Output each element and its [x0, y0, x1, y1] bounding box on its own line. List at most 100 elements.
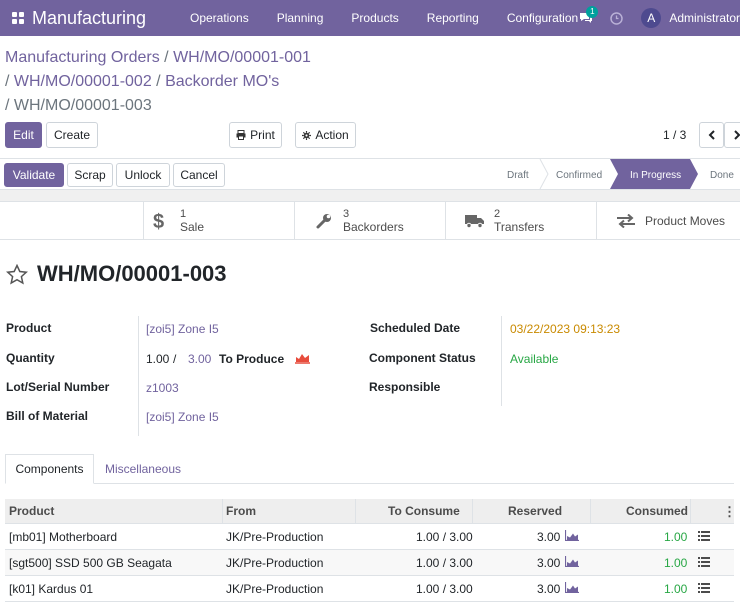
product-moves-label: Product Moves: [645, 214, 726, 228]
breadcrumb-item[interactable]: WH/MO/00001-001: [173, 49, 311, 66]
table-row[interactable]: [sgt500] SSD 500 GB Seagata JK/Pre-Produ…: [5, 550, 734, 576]
tab-miscellaneous[interactable]: Miscellaneous: [94, 454, 192, 484]
activity-clock-icon[interactable]: [601, 0, 631, 36]
bom-label: Bill of Material: [6, 409, 89, 423]
responsible-label: Responsible: [369, 380, 441, 394]
forecast-chart-icon[interactable]: [564, 524, 579, 550]
svg-text:$: $: [153, 211, 164, 232]
scrap-button[interactable]: Scrap: [67, 163, 113, 187]
product-value[interactable]: [zoi5] Zone I5: [146, 322, 219, 336]
top-navbar: Manufacturing Operations Planning Produc…: [0, 0, 740, 36]
unlock-button[interactable]: Unlock: [116, 163, 170, 187]
menu-planning[interactable]: Planning: [263, 11, 338, 25]
validate-button[interactable]: Validate: [4, 163, 64, 187]
column-to-consume[interactable]: To Consume: [388, 499, 460, 524]
dollar-icon: $: [144, 210, 174, 232]
detailed-operations-icon[interactable]: [698, 550, 710, 576]
quantity-separator: /: [173, 352, 177, 366]
exchange-arrows-icon: [611, 214, 641, 228]
stage-done[interactable]: Done: [710, 159, 740, 191]
menu-products[interactable]: Products: [337, 11, 412, 25]
print-button[interactable]: Print: [229, 122, 282, 148]
breadcrumb-item[interactable]: Backorder MO's: [165, 73, 279, 90]
row-reserved: 3.00: [537, 530, 561, 544]
breadcrumb-item[interactable]: Manufacturing Orders: [5, 49, 160, 66]
column-from[interactable]: From: [226, 499, 256, 524]
action-label: Action: [315, 128, 349, 142]
row-to-consume: 1.00 / 3.00: [416, 530, 473, 544]
row-reserved: 3.00: [537, 556, 561, 570]
pager-next-button[interactable]: [724, 122, 740, 148]
row-consumed[interactable]: 1.00: [664, 524, 687, 550]
to-produce-label: To Produce: [219, 352, 285, 366]
smart-button-product-moves[interactable]: Product Moves: [596, 202, 740, 240]
stage-confirmed[interactable]: Confirmed: [556, 159, 616, 191]
product-label: Product: [6, 321, 52, 335]
stage-in-progress[interactable]: In Progress: [630, 159, 700, 191]
lot-serial-value[interactable]: z1003: [146, 381, 179, 395]
quantity-total: 3.00: [188, 352, 212, 366]
create-button[interactable]: Create: [46, 122, 98, 148]
record-title: WH/MO/00001-003: [37, 261, 227, 286]
chevron-left-icon: [708, 130, 715, 140]
smart-button-sale[interactable]: $ 1 Sale: [143, 202, 294, 240]
detailed-operations-icon[interactable]: [698, 524, 710, 550]
smart-button-backorders[interactable]: 3 Backorders: [294, 202, 445, 240]
pager-previous-button[interactable]: [699, 122, 724, 148]
column-reserved[interactable]: Reserved: [508, 499, 562, 524]
column-separator: [222, 499, 223, 524]
forecast-chart-icon[interactable]: [295, 352, 310, 367]
action-button[interactable]: Action: [295, 122, 356, 148]
table-row[interactable]: [mb01] Motherboard JK/Pre-Production 1.0…: [5, 524, 734, 550]
stage-draft[interactable]: Draft: [507, 159, 547, 191]
detailed-operations-icon[interactable]: [698, 576, 710, 602]
app-brand[interactable]: Manufacturing: [32, 8, 162, 29]
row-to-consume: 1.00 / 3.00: [416, 556, 473, 570]
column-consumed[interactable]: Consumed: [626, 499, 688, 524]
truck-icon: [460, 213, 490, 229]
apps-menu-icon[interactable]: [0, 0, 36, 36]
menu-reporting[interactable]: Reporting: [413, 11, 493, 25]
tab-components[interactable]: Components: [5, 454, 94, 484]
row-consumed[interactable]: 1.00: [664, 576, 687, 602]
user-name[interactable]: Administrator: [669, 11, 740, 25]
field-divider: [138, 316, 139, 436]
sale-label: Sale: [180, 220, 205, 234]
lot-serial-label: Lot/Serial Number: [6, 380, 110, 394]
smart-button-transfers[interactable]: 2 Transfers: [445, 202, 596, 240]
sheet-background: [0, 190, 740, 202]
smart-buttons: $ 1 Sale 3 Backorders 2 Transfers Produc…: [0, 202, 740, 240]
chat-icon[interactable]: 1: [571, 0, 601, 36]
row-consumed[interactable]: 1.00: [664, 550, 687, 576]
column-product[interactable]: Product: [9, 499, 54, 524]
column-separator: [355, 499, 356, 524]
bom-value[interactable]: [zoi5] Zone I5: [146, 410, 219, 424]
forecast-chart-icon[interactable]: [564, 576, 579, 602]
table-row[interactable]: [k01] Kardus 01 JK/Pre-Production 1.00 /…: [5, 576, 734, 602]
scheduled-date-label: Scheduled Date: [370, 321, 461, 335]
sale-count: 1: [180, 208, 187, 220]
edit-button[interactable]: Edit: [5, 122, 42, 148]
star-icon[interactable]: [5, 263, 29, 288]
avatar[interactable]: A: [641, 8, 662, 28]
row-from: JK/Pre-Production: [226, 556, 324, 570]
print-icon: [236, 130, 246, 140]
main-menu: Operations Planning Products Reporting C…: [176, 11, 592, 25]
breadcrumb-item[interactable]: WH/MO/00001-002: [14, 73, 152, 90]
row-from: JK/Pre-Production: [226, 530, 324, 544]
chevron-right-icon: [733, 130, 740, 140]
column-options-icon[interactable]: ⋮: [723, 499, 736, 524]
forecast-chart-icon[interactable]: [564, 550, 579, 576]
cancel-button[interactable]: Cancel: [173, 163, 225, 187]
row-from: JK/Pre-Production: [226, 582, 324, 596]
print-label: Print: [250, 128, 275, 142]
menu-operations[interactable]: Operations: [176, 11, 263, 25]
scheduled-date-value[interactable]: 03/22/2023 09:13:23: [510, 322, 620, 336]
chat-badge: 1: [586, 6, 599, 18]
component-status-label: Component Status: [369, 351, 476, 365]
pager-value[interactable]: 1 / 3: [663, 128, 686, 142]
column-separator: [590, 499, 591, 524]
column-separator: [472, 499, 473, 524]
table-header: Product From To Consume Reserved Consume…: [5, 499, 736, 524]
row-product: [sgt500] SSD 500 GB Seagata: [9, 556, 172, 570]
